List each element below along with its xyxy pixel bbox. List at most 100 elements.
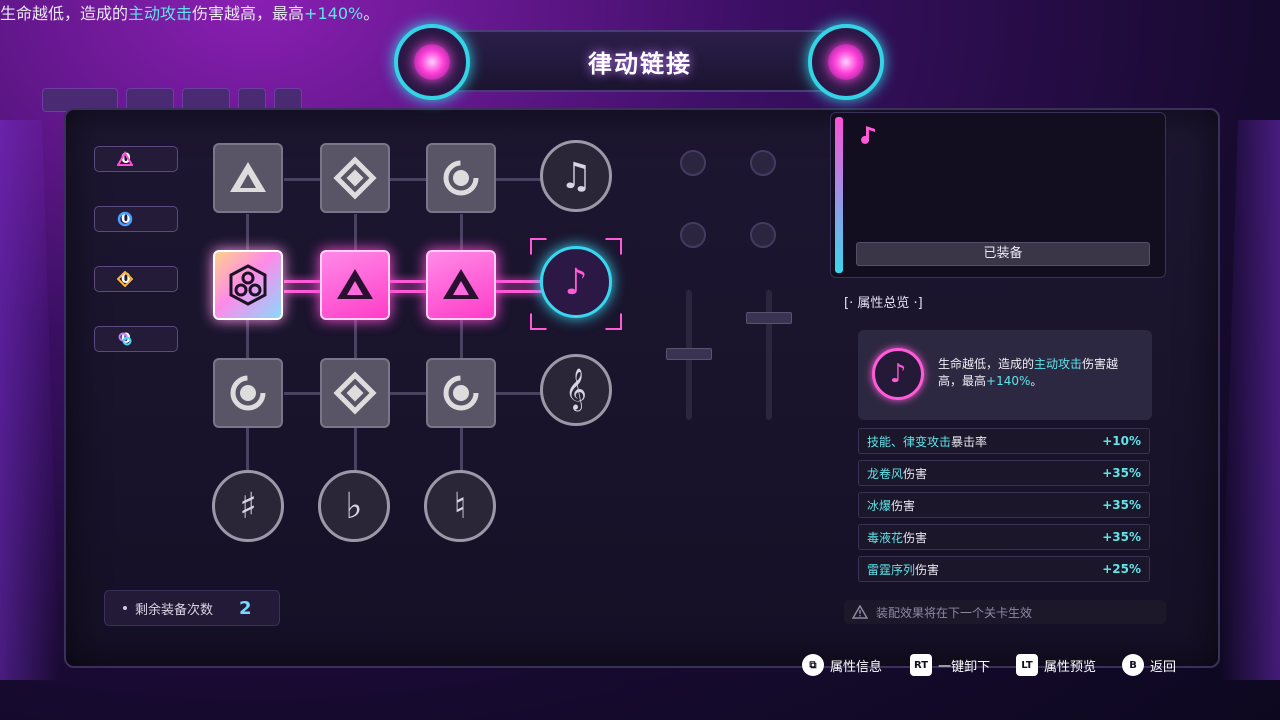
node-triangle-chip-active[interactable] xyxy=(426,250,496,320)
remaining-equips: 剩余装备次数 2 xyxy=(104,590,280,626)
node-treble-clef[interactable]: 𝄞 xyxy=(540,354,612,426)
stat-row: 冰爆伤害 +35% xyxy=(858,492,1150,518)
stat-highlight: 技能、律变攻击 xyxy=(867,434,952,449)
node-ring-chip[interactable] xyxy=(426,143,496,213)
title-left-orb-icon xyxy=(394,24,470,100)
stat-row: 技能、律变攻击暴击率 +10% xyxy=(858,428,1150,454)
desc-value: +140% xyxy=(986,374,1031,388)
title-bar: 律动链接 xyxy=(452,30,828,92)
ring-chip-icon xyxy=(443,160,479,196)
warning-icon xyxy=(852,605,868,619)
footer-label: 一键卸下 xyxy=(938,659,991,675)
music-note-icon: ♪ xyxy=(564,261,588,303)
stat-label: 技能、律变攻击暴击率 xyxy=(867,433,987,450)
link-line xyxy=(460,320,463,360)
link-line xyxy=(246,214,249,254)
node-flat[interactable]: ♭ xyxy=(318,470,390,542)
stat-value: +25% xyxy=(1102,562,1141,576)
frame-left-edge xyxy=(0,120,60,680)
node-diamond-chip[interactable] xyxy=(320,358,390,428)
summary-card: ♪ 生命越低，造成的主动攻击伤害越高，最高+140%。 xyxy=(858,330,1152,420)
triangle-icon xyxy=(117,151,133,166)
desc-highlight: 主动攻击 xyxy=(1034,357,1083,371)
section-title: [· 属性总览 ·] xyxy=(844,296,923,311)
quaver-note-icon: ♫ xyxy=(559,155,593,197)
ring-chip-icon xyxy=(443,375,479,411)
footer-back[interactable]: B 返回 xyxy=(1122,654,1176,676)
equipped-button[interactable]: 已装备 xyxy=(856,242,1150,266)
node-sharp[interactable]: ♯ xyxy=(212,470,284,542)
music-note-icon: ♪ xyxy=(872,348,924,400)
footer-attr-info[interactable]: ⧉ 属性信息 xyxy=(802,654,882,676)
stat-value: +35% xyxy=(1102,466,1141,480)
page-title: 律动链接 xyxy=(588,49,692,78)
view-button-icon: ⧉ xyxy=(802,654,824,676)
stat-rest: 伤害 xyxy=(915,562,940,577)
desc-text: 伤害越高，最高 xyxy=(192,4,305,23)
link-line xyxy=(354,428,357,472)
b-button-icon: B xyxy=(1122,654,1144,676)
sharp-icon: ♯ xyxy=(239,485,257,527)
detail-description: 生命越低，造成的主动攻击伤害越高，最高+140%。 xyxy=(0,0,1280,24)
link-line xyxy=(354,320,357,360)
diamond-chip-icon xyxy=(333,156,377,200)
stat-highlight: 冰爆 xyxy=(867,498,892,513)
desc-text: 生命越低，造成的 xyxy=(938,357,1035,371)
desc-highlight: 主动攻击 xyxy=(128,4,193,23)
mixer-knob xyxy=(680,222,706,248)
footer-attr-preview[interactable]: LT 属性预览 xyxy=(1016,654,1096,676)
remaining-value: 2 xyxy=(239,597,252,619)
diamond-icon xyxy=(117,271,133,287)
ring-icon xyxy=(117,211,133,227)
node-hex-core-active[interactable] xyxy=(213,250,283,320)
desc-text: 。 xyxy=(363,4,380,23)
remaining-label: 剩余装备次数 xyxy=(135,602,214,618)
warning-text: 装配效果将在下一个关卡生效 xyxy=(876,605,1033,620)
flat-icon: ♭ xyxy=(345,485,363,527)
stat-row: 龙卷风伤害 +35% xyxy=(858,460,1150,486)
triangle-chip-icon xyxy=(337,269,373,299)
node-quaver-note[interactable]: ♫ xyxy=(540,140,612,212)
node-note-selected[interactable]: ♪ xyxy=(540,246,612,318)
diamond-chip-icon xyxy=(333,371,377,415)
stat-value: +10% xyxy=(1102,434,1141,448)
stat-value: +35% xyxy=(1102,530,1141,544)
treble-clef-icon: 𝄞 xyxy=(565,369,587,410)
lt-button-icon: LT xyxy=(1016,654,1038,676)
cluster-icon xyxy=(118,332,132,346)
stat-label: 毒液花伤害 xyxy=(867,529,927,546)
mixer-knob xyxy=(750,222,776,248)
bullet-dot xyxy=(123,606,127,610)
summary-description: 生命越低，造成的主动攻击伤害越高，最高+140%。 xyxy=(938,356,1142,390)
link-line xyxy=(460,214,463,254)
desc-text: 生命越低，造成的 xyxy=(0,4,129,23)
stat-value: +35% xyxy=(1102,498,1141,512)
rt-button-icon: RT xyxy=(910,654,933,676)
counter-diamond: 0 xyxy=(94,266,178,292)
hex-core-icon xyxy=(229,264,267,306)
warning-bar: 装配效果将在下一个关卡生效 xyxy=(844,600,1166,624)
natural-icon: ♮ xyxy=(453,485,467,527)
stat-row: 雷霆序列伤害 +25% xyxy=(858,556,1150,582)
stat-rest: 伤害 xyxy=(891,498,916,513)
node-ring-chip[interactable] xyxy=(213,358,283,428)
stat-rest: 伤害 xyxy=(903,466,928,481)
link-line xyxy=(246,428,249,472)
stat-highlight: 雷霆序列 xyxy=(867,562,916,577)
footer-label: 属性信息 xyxy=(830,659,883,675)
node-triangle-chip[interactable] xyxy=(213,143,283,213)
mixer-knob xyxy=(680,150,706,176)
link-line xyxy=(460,428,463,472)
stat-label: 雷霆序列伤害 xyxy=(867,561,939,578)
stat-label: 龙卷风伤害 xyxy=(867,465,927,482)
node-ring-chip[interactable] xyxy=(426,358,496,428)
triangle-chip-icon xyxy=(443,269,479,299)
link-line xyxy=(354,214,357,254)
mixer-slider-knob xyxy=(666,348,712,360)
node-triangle-chip-active[interactable] xyxy=(320,250,390,320)
footer-unequip-all[interactable]: RT 一键卸下 xyxy=(910,654,990,676)
node-diamond-chip[interactable] xyxy=(320,143,390,213)
counter-ring: 0 xyxy=(94,206,178,232)
node-natural[interactable]: ♮ xyxy=(424,470,496,542)
mixer-slider-track xyxy=(766,290,772,420)
